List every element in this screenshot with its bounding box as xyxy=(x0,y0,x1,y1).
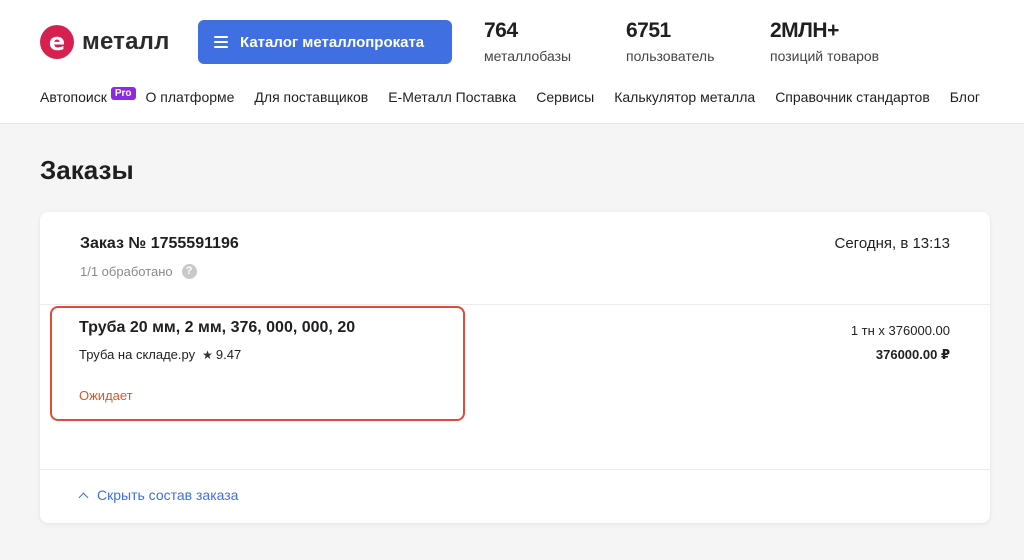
seller-name[interactable]: Труба на складе.ру xyxy=(79,347,195,362)
divider xyxy=(40,304,990,305)
logo-text: металл xyxy=(82,28,170,55)
nav-item-calculator[interactable]: Калькулятор металла xyxy=(614,89,755,105)
stat-value: 6751 xyxy=(626,19,671,42)
page-title: Заказы xyxy=(40,155,134,185)
seller-rating: 9.47 xyxy=(215,347,242,362)
chevron-up-icon xyxy=(78,492,89,502)
main-nav: Автопоиск Pro О платформе Для поставщико… xyxy=(40,86,1024,108)
order-status: 1/1 обработано ? xyxy=(80,264,197,279)
nav-item-suppliers[interactable]: Для поставщиков xyxy=(254,89,368,105)
nav-item-standards[interactable]: Справочник стандартов xyxy=(775,89,930,105)
nav-item-label: Автопоиск xyxy=(40,89,107,105)
stat-value: 2МЛН+ xyxy=(770,19,839,42)
nav-item-services[interactable]: Сервисы xyxy=(536,89,594,105)
item-quantity: 1 тн x 376000.00 xyxy=(850,323,950,338)
nav-item-about[interactable]: О платформе xyxy=(146,89,235,105)
catalog-button-label: Каталог металлопроката xyxy=(240,33,425,51)
item-status-badge: Ожидает xyxy=(79,388,133,403)
hide-order-items-link[interactable]: Скрыть состав заказа xyxy=(78,487,239,503)
logo[interactable]: е металл xyxy=(40,22,170,62)
nav-item-supply[interactable]: Е-Металл Поставка xyxy=(388,89,516,105)
stat-value: 764 xyxy=(484,19,518,42)
stat-label: пользователь xyxy=(626,48,715,64)
hide-order-items-label: Скрыть состав заказа xyxy=(97,487,239,503)
stat-label: позиций товаров xyxy=(770,48,880,64)
pro-badge: Pro xyxy=(110,86,136,100)
stat-metal-bases: 764 металлобазы xyxy=(484,18,571,64)
site-header: е металл Каталог металлопроката 764 мета… xyxy=(0,0,1024,124)
item-seller: Труба на складе.ру ★ 9.47 xyxy=(79,347,241,362)
logo-mark: е xyxy=(40,25,74,59)
nav-item-blog[interactable]: Блог xyxy=(950,89,980,105)
item-name: Труба 20 мм, 2 мм, 376, 000, 000, 20 xyxy=(79,319,356,336)
item-total: 376000.00 ₽ xyxy=(875,347,950,362)
stat-products: 2МЛН+ позиций товаров xyxy=(770,18,879,64)
help-icon[interactable]: ? xyxy=(181,264,197,279)
order-date: Сегодня, в 13:13 xyxy=(834,235,951,252)
order-number: Заказ № 1755591196 xyxy=(80,235,239,252)
divider xyxy=(40,469,990,470)
order-status-text: 1/1 обработано xyxy=(80,264,173,279)
stat-label: металлобазы xyxy=(484,48,572,64)
star-icon: ★ xyxy=(202,347,213,362)
nav-item-autosearch[interactable]: Автопоиск Pro xyxy=(40,86,136,105)
catalog-button[interactable]: Каталог металлопроката xyxy=(198,20,452,64)
menu-icon xyxy=(214,36,228,48)
stat-users: 6751 пользователь xyxy=(626,18,714,64)
order-card: Заказ № 1755591196 Сегодня, в 13:13 1/1 … xyxy=(40,212,990,523)
